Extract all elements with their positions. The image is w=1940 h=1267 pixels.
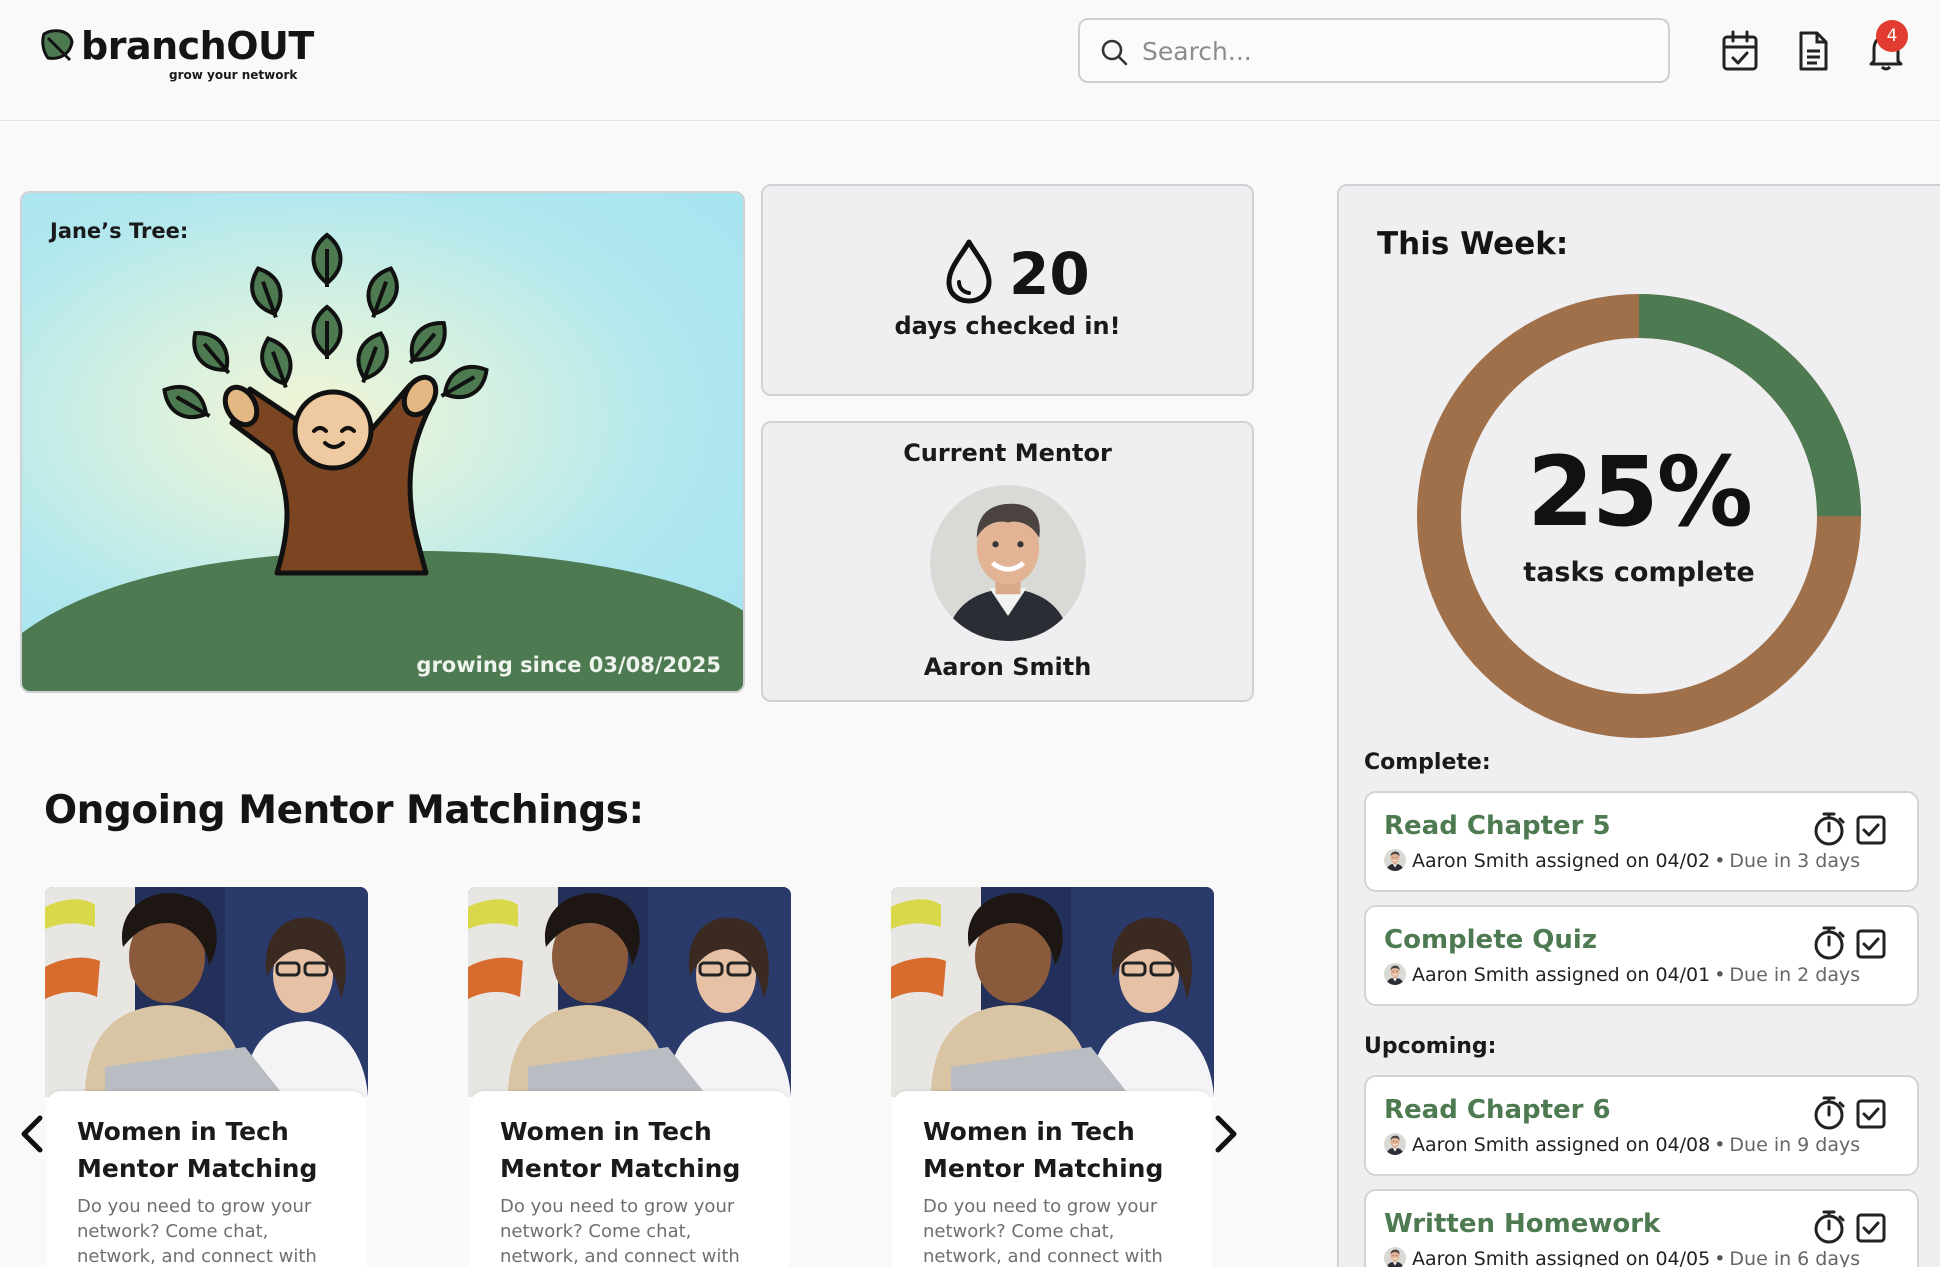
stopwatch-icon[interactable]: [1812, 1209, 1846, 1245]
matching-card[interactable]: Women in Tech Mentor Matching Do you nee…: [45, 887, 368, 1267]
search-bar[interactable]: [1078, 18, 1670, 83]
task-meta: Aaron Smith assigned on 04/02 • Due in 3 d…: [1384, 849, 1860, 873]
stopwatch-icon[interactable]: [1812, 811, 1846, 847]
task-title: Read Chapter 6: [1384, 1095, 1611, 1125]
tree-since-date: growing since 03/08/2025: [416, 653, 721, 677]
tree-card: Jane’s Tree: growing since 03/08/2025: [20, 191, 745, 693]
progress-label: tasks complete: [1523, 557, 1755, 588]
task-due: Due in 3 days: [1729, 850, 1861, 872]
task-title: Read Chapter 5: [1384, 811, 1611, 841]
mentor-avatar[interactable]: [930, 485, 1086, 641]
matching-card-image: [468, 887, 791, 1097]
task-due: Due in 9 days: [1729, 1134, 1861, 1156]
task-assigner: Aaron Smith assigned on 04/05: [1412, 1248, 1711, 1267]
task-assigner: Aaron Smith assigned on 04/08: [1412, 1134, 1711, 1156]
app-root: branchOUT grow your network 4: [0, 0, 1940, 1267]
brand-name: branchOUT: [81, 24, 314, 68]
matching-card-body: Women in Tech Mentor Matching Do you nee…: [893, 1091, 1212, 1267]
current-mentor-card: Current Mentor Aaron Smith: [761, 421, 1254, 702]
task-title: Complete Quiz: [1384, 925, 1597, 955]
task-card[interactable]: Read Chapter 5 Aaron Smith assigned on 0…: [1364, 791, 1919, 892]
matching-card-image: [45, 887, 368, 1097]
mentor-name[interactable]: Aaron Smith: [763, 653, 1252, 681]
matching-card-image: [891, 887, 1214, 1097]
task-assigner: Aaron Smith assigned on 04/01: [1412, 964, 1711, 986]
stopwatch-icon[interactable]: [1812, 925, 1846, 961]
bullet-separator: •: [1714, 1134, 1726, 1156]
matching-card-description: Do you need to grow your network? Come c…: [500, 1196, 740, 1267]
calendar-check-icon[interactable]: [1720, 29, 1760, 73]
this-week-title: This Week:: [1377, 226, 1569, 262]
mentor-heading: Current Mentor: [903, 439, 1112, 467]
notification-badge: 4: [1876, 20, 1908, 52]
bullet-separator: •: [1714, 850, 1726, 872]
brand-logo[interactable]: branchOUT grow your network: [40, 24, 314, 84]
assigner-avatar: [1384, 963, 1406, 985]
bullet-separator: •: [1714, 964, 1726, 986]
tree-illustration: [22, 233, 743, 691]
stopwatch-icon[interactable]: [1812, 1095, 1846, 1131]
progress-percent: 25%: [1527, 436, 1753, 548]
top-header: branchOUT grow your network 4: [0, 0, 1940, 121]
task-card[interactable]: Read Chapter 6 Aaron Smith assigned on 0…: [1364, 1075, 1919, 1176]
checkin-count: 20: [1009, 240, 1090, 308]
task-meta: Aaron Smith assigned on 04/05 • Due in 6 d…: [1384, 1247, 1860, 1267]
complete-heading: Complete:: [1364, 750, 1491, 775]
brand-tagline: grow your network: [169, 68, 298, 82]
this-week-panel: This Week: 25% tasks complete Complete: …: [1337, 184, 1940, 1267]
bullet-separator: •: [1714, 1248, 1726, 1267]
matching-card-description: Do you need to grow your network? Come c…: [923, 1196, 1163, 1267]
water-drop-icon: [946, 239, 992, 304]
matching-card[interactable]: Women in Tech Mentor Matching Do you nee…: [468, 887, 791, 1267]
ongoing-matchings-title: Ongoing Mentor Matchings:: [44, 788, 644, 833]
checkbox-checked-icon[interactable]: [1856, 1099, 1886, 1129]
assigner-avatar: [1384, 849, 1406, 871]
task-meta: Aaron Smith assigned on 04/01 • Due in 2 d…: [1384, 963, 1860, 987]
matching-card-body: Women in Tech Mentor Matching Do you nee…: [47, 1091, 366, 1267]
leaf-logo-icon: [41, 29, 74, 62]
tree-title: Jane’s Tree:: [50, 219, 189, 243]
document-icon[interactable]: [1793, 29, 1833, 73]
task-card[interactable]: Complete Quiz Aaron Smith assigned on 04…: [1364, 905, 1919, 1006]
task-card[interactable]: Written Homework Aaron Smith assigned on…: [1364, 1189, 1919, 1267]
assigner-avatar: [1384, 1133, 1406, 1155]
matching-card-title: Women in Tech Mentor Matching: [500, 1117, 741, 1183]
task-due: Due in 6 days: [1729, 1248, 1861, 1267]
task-due: Due in 2 days: [1729, 964, 1861, 986]
checkbox-checked-icon[interactable]: [1856, 1213, 1886, 1243]
checkin-card: 20 days checked in!: [761, 184, 1254, 396]
matching-card-body: Women in Tech Mentor Matching Do you nee…: [470, 1091, 789, 1267]
checkbox-checked-icon[interactable]: [1856, 929, 1886, 959]
task-assigner: Aaron Smith assigned on 04/02: [1412, 850, 1711, 872]
matching-card[interactable]: Women in Tech Mentor Matching Do you nee…: [891, 887, 1214, 1267]
upcoming-heading: Upcoming:: [1364, 1034, 1497, 1059]
checkin-label: days checked in!: [894, 312, 1121, 340]
matching-card-description: Do you need to grow your network? Come c…: [77, 1196, 317, 1267]
task-meta: Aaron Smith assigned on 04/08 • Due in 9 d…: [1384, 1133, 1860, 1157]
search-input[interactable]: [1142, 30, 1642, 72]
matching-card-title: Women in Tech Mentor Matching: [77, 1117, 318, 1183]
chevron-right-icon[interactable]: [1208, 1112, 1244, 1156]
assigner-avatar: [1384, 1247, 1406, 1267]
matching-card-title: Women in Tech Mentor Matching: [923, 1117, 1164, 1183]
checkbox-checked-icon[interactable]: [1856, 815, 1886, 845]
task-title: Written Homework: [1384, 1209, 1661, 1239]
search-icon: [1101, 39, 1128, 66]
